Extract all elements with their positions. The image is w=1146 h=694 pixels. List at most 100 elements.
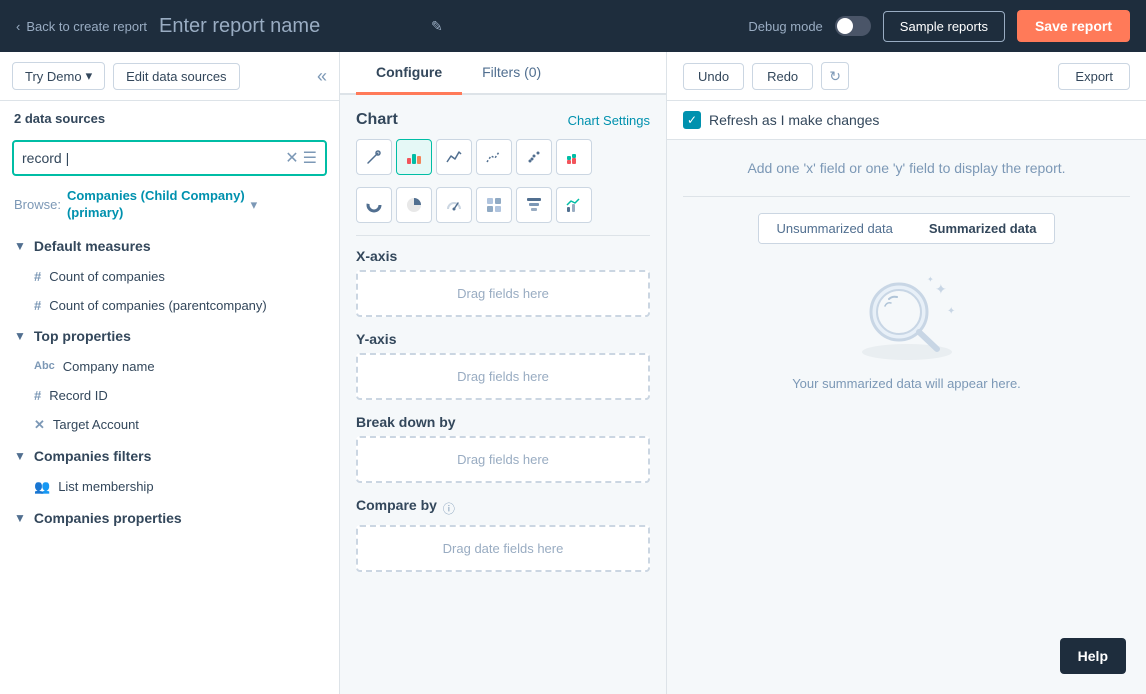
sidebar-sections: ▼ Default measures # Count of companies … xyxy=(0,230,339,694)
item-label: List membership xyxy=(58,479,153,494)
top-bar: ‹ Back to create report ✎ Debug mode Sam… xyxy=(0,0,1146,52)
list-item[interactable]: # Record ID xyxy=(0,381,339,410)
back-arrow-icon: ‹ xyxy=(16,19,20,34)
search-row: ✕ ☰ xyxy=(0,136,339,184)
help-button[interactable]: Help xyxy=(1060,638,1126,674)
chart-type-donut-button[interactable] xyxy=(356,187,392,223)
browse-label: Browse: xyxy=(14,197,61,212)
xaxis-section: X-axis Drag fields here xyxy=(356,248,650,317)
refresh-checkbox[interactable]: ✓ xyxy=(683,111,701,129)
item-label: Target Account xyxy=(53,417,139,432)
chart-settings-link[interactable]: Chart Settings xyxy=(568,113,650,128)
data-toggle-row: Unsummarized data Summarized data xyxy=(758,213,1056,244)
svg-text:✦: ✦ xyxy=(935,281,947,297)
breakdown-drop-zone[interactable]: Drag fields here xyxy=(356,436,650,483)
compareby-drop-zone[interactable]: Drag date fields here xyxy=(356,525,650,572)
refresh-checkbox-row: ✓ Refresh as I make changes xyxy=(667,101,1146,140)
item-label: Count of companies (parentcompany) xyxy=(49,298,267,313)
section-header-companies-filters[interactable]: ▼ Companies filters xyxy=(0,440,339,472)
top-bar-left: ‹ Back to create report ✎ xyxy=(16,15,443,38)
try-demo-button[interactable]: Try Demo ▾ xyxy=(12,62,105,90)
tab-filters[interactable]: Filters (0) xyxy=(462,52,561,95)
yaxis-label: Y-axis xyxy=(356,331,650,347)
breakdown-section: Break down by Drag fields here xyxy=(356,414,650,483)
add-field-message: Add one 'x' field or one 'y' field to di… xyxy=(747,160,1065,176)
filter-icon[interactable]: ☰ xyxy=(303,148,317,168)
chart-label: Chart xyxy=(356,111,398,129)
section-header-top-properties[interactable]: ▼ Top properties xyxy=(0,320,339,352)
tab-configure[interactable]: Configure xyxy=(356,52,462,95)
breakdown-label: Break down by xyxy=(356,414,650,430)
magnifier-illustration: ✦ ✦ ✦ xyxy=(847,264,967,364)
section-header-companies-properties[interactable]: ▼ Companies properties xyxy=(0,502,339,534)
yaxis-section: Y-axis Drag fields here xyxy=(356,331,650,400)
export-button[interactable]: Export xyxy=(1058,63,1130,90)
list-item[interactable]: ✕ Target Account xyxy=(0,410,339,440)
info-icon: ⓘ xyxy=(443,500,455,517)
search-input[interactable] xyxy=(22,150,285,166)
save-report-button[interactable]: Save report xyxy=(1017,10,1130,42)
chart-type-table-button[interactable] xyxy=(476,187,512,223)
compareby-row: Compare by ⓘ xyxy=(356,497,650,519)
chart-type-auto-button[interactable] xyxy=(356,139,392,175)
compareby-label: Compare by xyxy=(356,497,437,513)
text-icon: Abc xyxy=(34,360,55,372)
configure-panel: Chart Chart Settings xyxy=(340,95,666,694)
browse-row: Browse: Companies (Child Company)(primar… xyxy=(0,184,339,230)
undo-button[interactable]: Undo xyxy=(683,63,744,90)
xaxis-drop-zone[interactable]: Drag fields here xyxy=(356,270,650,317)
debug-mode-label: Debug mode xyxy=(748,19,822,34)
list-item[interactable]: # Count of companies xyxy=(0,262,339,291)
unsummarized-data-button[interactable]: Unsummarized data xyxy=(759,214,911,243)
back-to-create-report-link[interactable]: ‹ Back to create report xyxy=(16,19,147,34)
collapse-sidebar-button[interactable]: « xyxy=(317,66,327,87)
refresh-icon[interactable]: ↻ xyxy=(821,62,849,90)
search-box: ✕ ☰ xyxy=(12,140,327,176)
xaxis-placeholder: Drag fields here xyxy=(457,286,549,301)
chart-type-stacked-button[interactable] xyxy=(556,139,592,175)
redo-button[interactable]: Redo xyxy=(752,63,813,90)
xaxis-label: X-axis xyxy=(356,248,650,264)
chart-type-pie-button[interactable] xyxy=(396,187,432,223)
top-bar-right: Debug mode Sample reports Save report xyxy=(748,10,1130,42)
center-panel: Configure Filters (0) Chart Chart Settin… xyxy=(340,52,666,694)
svg-text:✦: ✦ xyxy=(927,275,934,284)
browse-source-link[interactable]: Companies (Child Company)(primary) xyxy=(67,188,245,222)
chart-type-bar-button[interactable] xyxy=(396,139,432,175)
yaxis-drop-zone[interactable]: Drag fields here xyxy=(356,353,650,400)
hash-icon: # xyxy=(34,269,41,284)
list-item[interactable]: # Count of companies (parentcompany) xyxy=(0,291,339,320)
right-toolbar: Undo Redo ↻ Export xyxy=(667,52,1146,101)
edit-sources-button[interactable]: Edit data sources xyxy=(113,63,239,90)
chart-section-header: Chart Chart Settings xyxy=(356,111,650,129)
list-item[interactable]: Abc Company name xyxy=(0,352,339,381)
section-header-default-measures[interactable]: ▼ Default measures xyxy=(0,230,339,262)
chart-type-area-button[interactable] xyxy=(476,139,512,175)
pencil-icon[interactable]: ✎ xyxy=(431,18,443,35)
section-label-default-measures: Default measures xyxy=(34,238,151,254)
chart-type-gauge-button[interactable] xyxy=(436,187,472,223)
item-label: Record ID xyxy=(49,388,108,403)
chart-type-line-button[interactable] xyxy=(436,139,472,175)
breakdown-placeholder: Drag fields here xyxy=(457,452,549,467)
section-label-companies-properties: Companies properties xyxy=(34,510,182,526)
back-link-label: Back to create report xyxy=(26,19,147,34)
clear-search-icon[interactable]: ✕ xyxy=(285,148,298,168)
compareby-placeholder: Drag date fields here xyxy=(443,541,564,556)
chart-type-scatter-button[interactable] xyxy=(516,139,552,175)
chart-placeholder-area: Add one 'x' field or one 'y' field to di… xyxy=(667,140,1146,694)
sidebar-toolbar: Try Demo ▾ Edit data sources « xyxy=(0,52,339,101)
summarized-data-button[interactable]: Summarized data xyxy=(911,214,1055,243)
chart-type-funnel-button[interactable] xyxy=(516,187,552,223)
tabs-bar: Configure Filters (0) xyxy=(340,52,666,95)
list-item[interactable]: 👥 List membership xyxy=(0,472,339,502)
browse-dropdown-icon[interactable]: ▾ xyxy=(251,197,258,213)
try-demo-chevron-icon: ▾ xyxy=(86,68,93,84)
compareby-section: Compare by ⓘ Drag date fields here xyxy=(356,497,650,572)
sample-reports-button[interactable]: Sample reports xyxy=(883,11,1005,42)
section-label-top-properties: Top properties xyxy=(34,328,131,344)
chevron-down-icon: ▼ xyxy=(14,329,26,343)
report-name-input[interactable] xyxy=(159,15,419,38)
chart-type-combo-button[interactable] xyxy=(556,187,592,223)
debug-mode-toggle[interactable] xyxy=(835,16,871,36)
